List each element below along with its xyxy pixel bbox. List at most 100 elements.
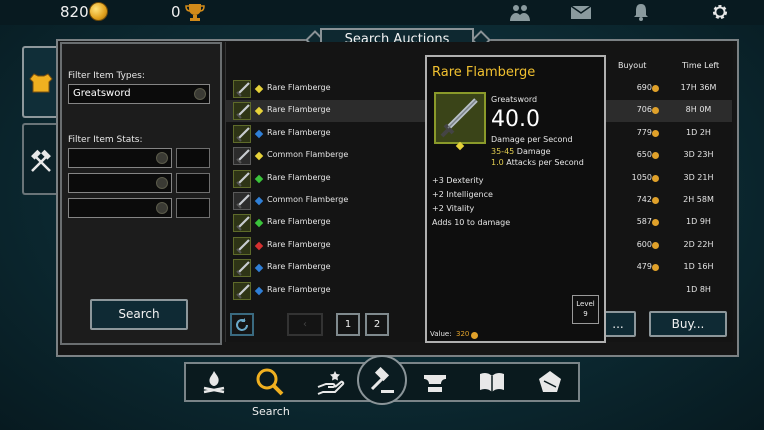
map-icon[interactable] xyxy=(535,367,565,397)
item-tooltip: Rare Flamberge Greatsword 40.0 Damage pe… xyxy=(425,55,606,343)
mail-icon[interactable] xyxy=(570,2,592,22)
coin-icon xyxy=(652,197,659,204)
tab-equipment[interactable] xyxy=(22,46,58,118)
greatsword-icon xyxy=(434,92,486,144)
tooltip-value-label: Value: xyxy=(430,330,452,338)
gear-icon[interactable] xyxy=(709,2,731,22)
coin-icon xyxy=(652,152,659,160)
campfire-icon[interactable] xyxy=(199,367,229,397)
item-time-left: 2D 22H xyxy=(683,239,714,249)
chevron-down-icon xyxy=(156,202,168,214)
anvil-icon[interactable] xyxy=(420,367,450,397)
chevron-down-icon xyxy=(156,152,168,164)
coin-icon xyxy=(652,264,659,272)
rarity-gem-icon xyxy=(254,219,264,228)
tooltip-stat-3: +2 Vitality xyxy=(432,204,475,213)
trophy-count: 0 xyxy=(171,3,181,21)
filter-stats-label: Filter Item Stats: xyxy=(68,135,143,145)
filter-types-label: Filter Item Types: xyxy=(68,71,145,81)
item-time-left: 2H 58M xyxy=(683,195,714,204)
stat-value-input-3[interactable] xyxy=(176,198,210,218)
coin-icon xyxy=(89,2,108,21)
nav-active-label: Search xyxy=(252,405,290,418)
tooltip-attacks-line: 1.0 Attacks per Second xyxy=(491,158,584,167)
greatsword-icon xyxy=(233,214,251,233)
stat-select-1[interactable] xyxy=(68,148,172,168)
item-time-left: 1D 9H xyxy=(686,217,711,227)
prev-page-button[interactable]: ‹ xyxy=(287,313,323,336)
item-name: Rare Flamberge xyxy=(267,284,331,294)
coin-icon xyxy=(652,219,659,227)
greatsword-icon xyxy=(233,102,251,121)
auction-gavel-icon[interactable] xyxy=(367,367,397,397)
item-name: Rare Flamberge xyxy=(267,172,331,182)
tooltip-title: Rare Flamberge xyxy=(432,65,536,80)
search-icon[interactable] xyxy=(255,367,285,397)
item-time-left: 1D 8H xyxy=(686,284,711,294)
rarity-gem-icon xyxy=(254,151,264,161)
greatsword-icon xyxy=(233,169,251,188)
buy-button[interactable]: Buy... xyxy=(649,311,727,337)
rarity-gem-icon xyxy=(254,84,264,94)
greatsword-icon xyxy=(233,281,251,300)
sell-icon[interactable] xyxy=(315,367,345,397)
search-button[interactable]: Search xyxy=(90,299,188,330)
rarity-gem-icon xyxy=(254,263,264,273)
tooltip-stat-1: +3 Dexterity xyxy=(432,176,484,185)
tooltip-damage-word: Damage xyxy=(516,147,551,156)
stat-select-2[interactable] xyxy=(68,173,172,193)
rarity-gem-icon xyxy=(254,107,264,116)
chevron-down-icon xyxy=(156,177,168,189)
item-name: Rare Flamberge xyxy=(267,239,331,249)
column-buyout: Buyout xyxy=(618,61,647,70)
stat-select-3[interactable] xyxy=(68,198,172,218)
item-name: Rare Flamberge xyxy=(267,217,331,227)
tooltip-dps: 40.0 xyxy=(491,107,540,132)
refresh-button[interactable] xyxy=(230,313,254,336)
item-time-left: 3D 23H xyxy=(683,150,714,160)
trophy-icon xyxy=(185,4,205,21)
tooltip-stat-2: +2 Intelligence xyxy=(432,190,493,199)
tooltip-attacks-word: Attacks per Second xyxy=(506,158,584,167)
item-time-left: 1D 16H xyxy=(683,262,714,272)
item-time-left: 17H 36M xyxy=(680,83,717,92)
item-name: Rare Flamberge xyxy=(267,127,331,137)
crossed-hammers-icon xyxy=(31,149,51,172)
item-name: Rare Flamberge xyxy=(267,83,331,92)
item-type-value: Greatsword xyxy=(73,88,131,99)
item-name: Common Flamberge xyxy=(267,195,349,204)
rarity-gem-icon xyxy=(254,286,264,295)
rarity-gem-icon xyxy=(254,174,264,183)
greatsword-icon xyxy=(233,192,251,210)
item-time-left: 3D 21H xyxy=(683,172,714,182)
book-icon[interactable] xyxy=(477,367,507,397)
coin-icon xyxy=(652,107,659,115)
tooltip-dps-label: Damage per Second xyxy=(491,135,573,144)
stat-value-input-2[interactable] xyxy=(176,173,210,193)
gold-amount: 820 xyxy=(60,3,89,21)
coin-icon xyxy=(652,129,659,137)
tooltip-level-value: 9 xyxy=(583,310,588,318)
chevron-down-icon xyxy=(194,88,206,100)
page-1-button[interactable]: 1 xyxy=(336,313,360,336)
greatsword-icon xyxy=(233,259,251,278)
greatsword-icon xyxy=(233,80,251,98)
coin-icon xyxy=(471,332,478,339)
greatsword-icon xyxy=(233,147,251,166)
rarity-gem-icon xyxy=(254,129,264,139)
item-name: Rare Flamberge xyxy=(267,262,331,272)
item-name: Rare Flamberge xyxy=(267,105,331,115)
stat-value-input-1[interactable] xyxy=(176,148,210,168)
tooltip-damage-line: 35-45 Damage xyxy=(491,147,551,156)
item-type-select[interactable]: Greatsword xyxy=(68,84,210,104)
item-time-left: 1D 2H xyxy=(686,127,711,137)
rarity-gem-icon xyxy=(254,241,264,251)
refresh-icon xyxy=(236,318,248,331)
tooltip-stat-4: Adds 10 to damage xyxy=(432,218,511,227)
rarity-gem-icon xyxy=(254,196,264,206)
friends-icon[interactable] xyxy=(509,2,531,22)
coin-icon xyxy=(652,85,659,92)
tab-crafting[interactable] xyxy=(22,123,58,195)
page-2-button[interactable]: 2 xyxy=(365,313,389,336)
bell-icon[interactable] xyxy=(630,2,652,22)
